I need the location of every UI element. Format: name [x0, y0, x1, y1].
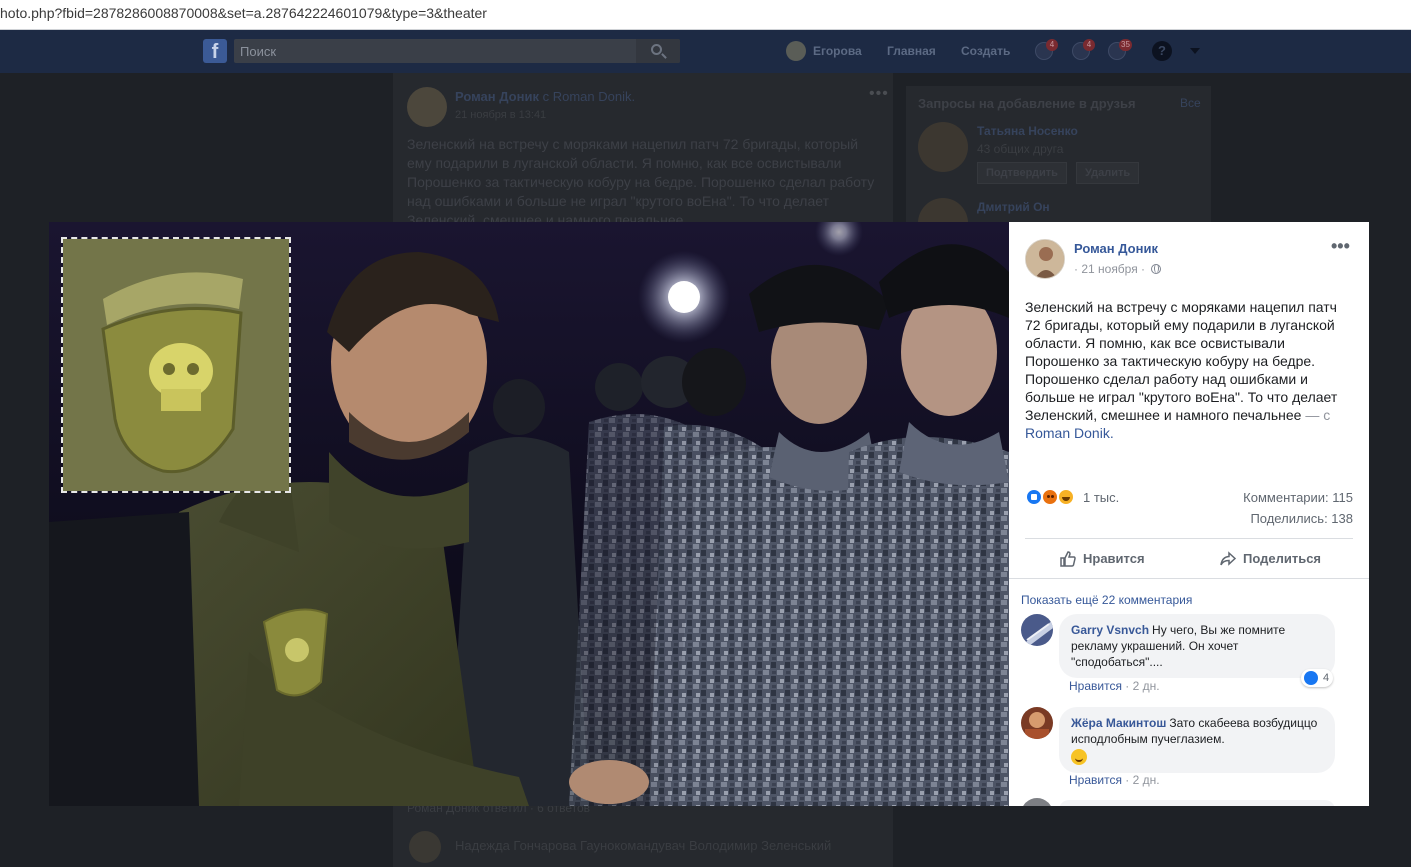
url-text: hoto.php?fbid=2878286008870008&set=a.287… — [0, 5, 487, 21]
comment-bubble: Жёра Макинтош Зато скабеева возбудиццо ис… — [1059, 707, 1335, 773]
search-button[interactable] — [636, 39, 680, 63]
friend-request-name-2: Дмитрий Он — [977, 200, 1050, 214]
search-icon — [651, 44, 662, 55]
haha-reaction-icon — [1057, 488, 1075, 506]
skull-patch-zoom-icon — [63, 239, 289, 491]
post-options-icon[interactable]: ••• — [1331, 236, 1350, 257]
browser-url-bar[interactable]: hoto.php?fbid=2878286008870008&set=a.287… — [0, 0, 1411, 30]
comment-author[interactable]: Garry Vsnvch — [1071, 623, 1149, 637]
comment-bubble: Garry Vsnvch Ну чего, Вы же помните рекла… — [1059, 614, 1335, 678]
delete-button: Удалить — [1076, 162, 1140, 184]
background-comment-avatar — [409, 831, 441, 863]
comment-avatar[interactable] — [1021, 614, 1053, 646]
comment-avatar[interactable] — [1021, 707, 1053, 739]
comment-author[interactable]: Жёра Макинтош — [1071, 716, 1166, 730]
thumbs-up-icon — [1060, 551, 1076, 567]
friend-request-mutual: 43 общих друга — [977, 142, 1064, 156]
comment-time[interactable]: · 2 дн. — [1125, 773, 1159, 787]
search-input[interactable] — [240, 42, 640, 60]
background-post-menu-icon: ••• — [869, 85, 889, 102]
share-label: Поделиться — [1243, 551, 1322, 566]
profile-avatar[interactable] — [786, 41, 806, 61]
search-box[interactable] — [234, 39, 680, 63]
like-reaction-icon — [1304, 671, 1318, 685]
comment-actions: Нравится · 2 дн. — [1069, 679, 1160, 693]
background-post-header: Роман Доник с Roman Donik. — [455, 89, 635, 104]
post-time[interactable]: · 21 ноября · — [1074, 262, 1145, 276]
comment-reaction-count: 4 — [1323, 672, 1330, 684]
comments-count[interactable]: Комментарии: 115 — [1243, 490, 1353, 505]
notifications-badge: 35 — [1119, 39, 1132, 51]
friend-request-name: Татьяна Носенко — [977, 124, 1078, 138]
background-post-time: 21 ноября в 13:41 — [455, 109, 547, 121]
share-icon — [1220, 551, 1237, 566]
facebook-logo-icon[interactable]: f — [203, 39, 227, 63]
comment-actions: Нравится · 2 дн. — [1069, 773, 1160, 787]
like-label: Нравится — [1083, 551, 1145, 566]
help-icon[interactable]: ? — [1152, 41, 1172, 61]
comment-bubble — [1059, 800, 1335, 806]
confirm-button: Подтвердить — [977, 162, 1067, 184]
post-details-panel: Роман Доник · 21 ноября · ••• Зеленский … — [1009, 222, 1369, 806]
notifications-icon[interactable]: 35 — [1108, 39, 1132, 60]
show-more-comments-link[interactable]: Показать ещё 22 комментария — [1021, 593, 1192, 607]
shares-count[interactable]: Поделились: 138 — [1250, 511, 1353, 526]
create-link[interactable]: Создать — [961, 44, 1010, 58]
post-author-name[interactable]: Роман Доник — [1074, 241, 1158, 256]
comment-time[interactable]: · 2 дн. — [1125, 679, 1159, 693]
messenger-icon[interactable]: 4 — [1072, 39, 1095, 60]
comment-like-link[interactable]: Нравится — [1069, 773, 1122, 787]
comment-avatar-image — [1021, 614, 1053, 646]
author-avatar-image — [1026, 240, 1064, 278]
background-post-with: с Roman Donik. — [542, 89, 636, 104]
friend-requests-badge: 4 — [1046, 39, 1058, 51]
background-post-avatar — [407, 87, 447, 127]
background-comment: Надежда Гончарова Гаунокомандувач Володи… — [455, 838, 832, 853]
background-post-text: Зеленский на встречу с моряками нацепил … — [407, 136, 875, 228]
post-body: Зеленский на встречу с моряками нацепил … — [1025, 299, 1338, 423]
top-navigation-bar: f Егорова Главная Создать 4 4 35 ? — [0, 30, 1411, 73]
comment-avatar-image — [1021, 707, 1053, 739]
tagged-user-link[interactable]: Roman Donik. — [1025, 425, 1114, 441]
smile-emoji-icon — [1071, 749, 1087, 765]
post-with: — с — [1301, 407, 1331, 423]
theater-photo[interactable] — [49, 222, 1009, 806]
post-text: Зеленский на встречу с моряками нацепил … — [1025, 298, 1355, 442]
reaction-count[interactable]: 1 тыс. — [1083, 490, 1119, 505]
see-all-link: Все — [1180, 96, 1201, 110]
globe-icon — [1151, 264, 1161, 274]
comment-avatar[interactable] — [1021, 798, 1053, 806]
friend-requests-icon[interactable]: 4 — [1035, 39, 1058, 60]
account-menu-caret-icon[interactable] — [1190, 48, 1200, 54]
friend-requests-title: Запросы на добавление в друзья — [918, 96, 1136, 111]
home-link[interactable]: Главная — [887, 44, 936, 58]
comment-like-link[interactable]: Нравится — [1069, 679, 1122, 693]
zoomed-patch-inset — [61, 237, 291, 493]
author-avatar[interactable] — [1025, 239, 1065, 279]
friend-requests-sidebar: Запросы на добавление в друзья Все Татья… — [906, 86, 1211, 236]
friend-request-photo — [918, 122, 968, 172]
profile-link[interactable]: Егорова — [813, 44, 862, 58]
divider — [1009, 578, 1369, 579]
divider — [1025, 538, 1353, 539]
comment-reaction-badge[interactable]: 4 — [1301, 669, 1334, 687]
messages-badge: 4 — [1083, 39, 1095, 51]
background-post-author: Роман Доник — [455, 89, 539, 104]
